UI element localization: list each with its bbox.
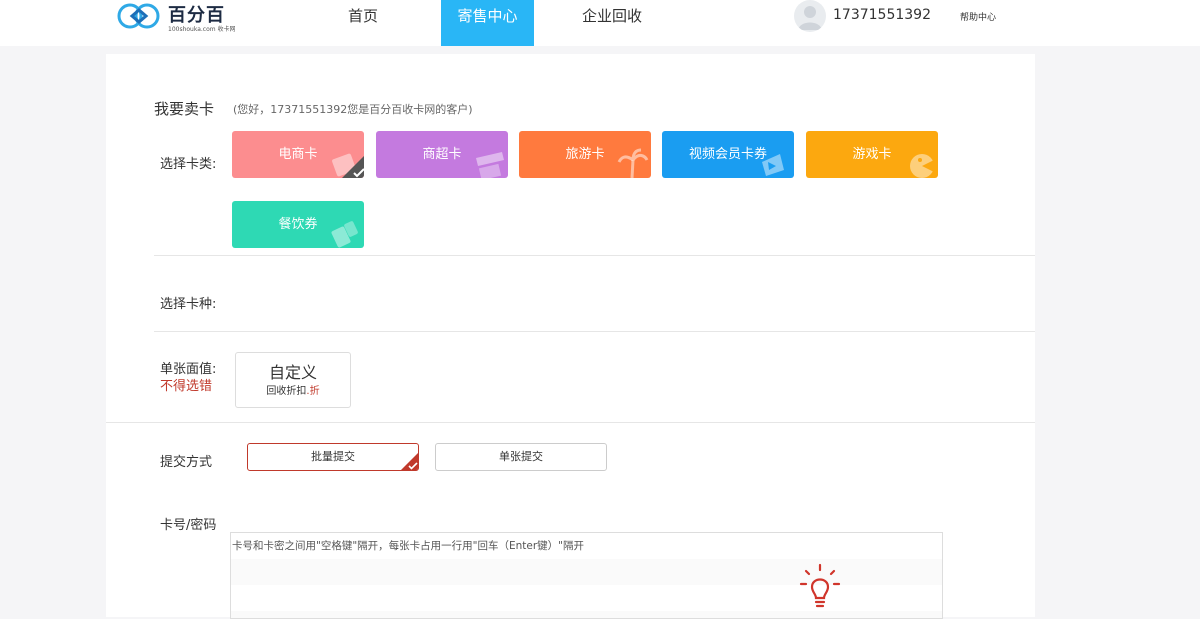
lightbulb-hint-icon[interactable]: [798, 563, 842, 613]
card-type-dining[interactable]: 餐饮券: [232, 201, 364, 248]
single-submit-label: 单张提交: [499, 450, 543, 463]
drink-icon: [331, 221, 358, 248]
card-type-label-supermarket: 商超卡: [422, 147, 462, 162]
divider: [154, 331, 1035, 332]
nav-consignment-center[interactable]: 寄售中心: [441, 0, 534, 46]
logo-subtext: 100shouka.com 收卡网: [168, 26, 236, 33]
card-type-game[interactable]: 游戏卡: [806, 131, 938, 178]
selected-check-icon: [401, 453, 418, 470]
site-logo[interactable]: 百分百 100shouka.com 收卡网: [116, 0, 236, 34]
divider: [106, 422, 1035, 423]
card-type-supermarket[interactable]: 商超卡: [376, 131, 508, 178]
card-type-label-dining: 餐饮券: [278, 217, 318, 232]
help-center-link[interactable]: 帮助中心: [960, 10, 996, 23]
face-value-custom-option[interactable]: 自定义 回收折扣.折: [235, 352, 351, 408]
store-icon: [476, 152, 504, 178]
batch-submit-label: 批量提交: [311, 450, 355, 463]
palm-tree-icon: [617, 148, 649, 178]
discount-label: 回收折扣: [266, 386, 307, 397]
selected-check-icon: [342, 156, 364, 178]
user-phone[interactable]: 17371551392: [833, 7, 931, 23]
card-type-ecommerce[interactable]: 电商卡: [232, 131, 364, 178]
divider: [154, 255, 1035, 256]
card-kind-label: 选择卡种:: [160, 297, 217, 312]
card-type-label-ecommerce: 电商卡: [278, 147, 318, 162]
user-avatar-icon: [798, 6, 822, 30]
card-type-travel[interactable]: 旅游卡: [519, 131, 651, 178]
card-type-label: 选择卡类:: [160, 157, 217, 172]
video-camera-icon: [762, 154, 784, 176]
discount-suffix: .折: [306, 386, 320, 397]
single-submit-button[interactable]: 单张提交: [435, 443, 607, 471]
submit-mode-label: 提交方式: [160, 455, 213, 470]
nav-enterprise-recycling[interactable]: 企业回收: [574, 0, 650, 46]
nav-home[interactable]: 首页: [333, 0, 393, 46]
card-type-label-video-membership: 视频会员卡券: [688, 147, 767, 162]
card-type-label-travel: 旅游卡: [565, 147, 605, 162]
face-value-warning: 不得选错: [160, 379, 213, 394]
card-type-video-membership[interactable]: 视频会员卡券: [662, 131, 794, 178]
face-value-discount-text: 回收折扣.折: [236, 382, 350, 397]
card-input-label: 卡号/密码: [160, 518, 217, 533]
game-face-icon: [910, 154, 934, 178]
greeting-text: (您好，17371551392您是百分百收卡网的客户): [233, 103, 473, 116]
logo-mark-icon: [117, 3, 160, 29]
sell-card-panel: 我要卖卡 (您好，17371551392您是百分百收卡网的客户) 选择卡类: 电…: [106, 54, 1035, 619]
card-type-label-game: 游戏卡: [852, 147, 892, 162]
batch-submit-button[interactable]: 批量提交: [247, 443, 419, 471]
user-avatar[interactable]: [794, 0, 826, 32]
page-title: 我要卖卡: [154, 100, 215, 118]
top-navigation-bar: 百分百 100shouka.com 收卡网 首页 寄售中心 企业回收 17371…: [0, 0, 1200, 46]
face-value-custom-title: 自定义: [268, 363, 317, 382]
